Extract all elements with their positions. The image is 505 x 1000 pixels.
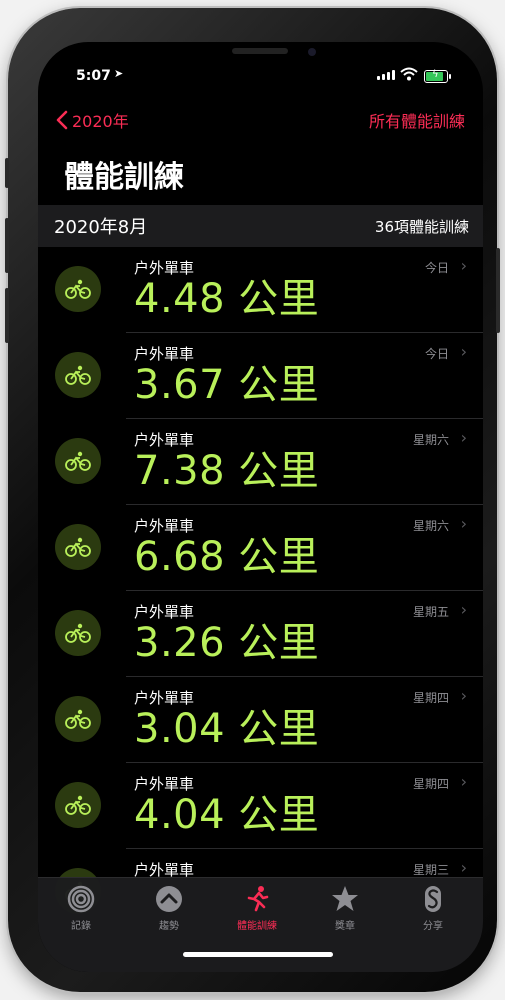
chevron-right-icon: › [460, 256, 467, 275]
workout-distance: 4.48 公里 [134, 276, 320, 322]
tab-activity[interactable]: 記錄 [46, 884, 116, 932]
chevron-right-icon: › [460, 342, 467, 361]
section-header: 2020年8月 36項體能訓練 [38, 205, 483, 247]
status-time: 5:07 [76, 68, 111, 84]
cycling-icon [55, 524, 101, 570]
workout-type: 户外單車 [134, 259, 195, 277]
tab-label: 趨勢 [159, 921, 179, 932]
cycling-icon [55, 352, 101, 398]
tab-awards[interactable]: 獎章 [310, 884, 380, 932]
workout-distance: 6.68 公里 [134, 534, 320, 580]
page-title: 體能訓練 [64, 160, 184, 195]
cycling-icon [55, 610, 101, 656]
chevron-right-icon: › [460, 428, 467, 447]
cellular-signal-icon [377, 70, 395, 80]
tab-workouts[interactable]: 體能訓練 [222, 884, 292, 932]
workout-row[interactable]: 户外單車 4.48 公里 今日 › [38, 247, 483, 333]
back-button[interactable]: 2020年 [56, 108, 129, 132]
workout-distance: 3.04 公里 [134, 706, 320, 752]
workout-type: 户外單車 [134, 689, 195, 707]
chevron-right-icon: › [460, 686, 467, 705]
phone-frame: 5:07 ➤ ϟ 2020年 所有體能訓練 體能訓練 2020年8月 36項體能… [5, 8, 500, 992]
workout-row[interactable]: 户外單車 3.67 公里 今日 › [38, 333, 483, 419]
status-bar: 5:07 ➤ ϟ [38, 42, 483, 86]
workout-day: 星期五 [412, 605, 449, 619]
workout-day: 今日 [424, 261, 449, 275]
tab-sharing[interactable]: 分享 [398, 884, 468, 932]
workout-day: 星期四 [412, 691, 449, 705]
tab-label: 分享 [423, 921, 443, 932]
workout-row[interactable]: 户外單車 3.26 公里 星期五 › [38, 591, 483, 677]
chevron-right-icon: › [460, 772, 467, 791]
volume-up-button [5, 218, 9, 273]
workout-type: 户外單車 [134, 603, 195, 621]
section-month: 2020年8月 [54, 217, 148, 238]
workout-distance: 7.38 公里 [134, 448, 320, 494]
screen: 5:07 ➤ ϟ 2020年 所有體能訓練 體能訓練 2020年8月 36項體能… [38, 42, 483, 972]
chevron-right-icon: › [460, 600, 467, 619]
battery-icon: ϟ [424, 69, 451, 83]
tab-label: 獎章 [335, 921, 355, 932]
cycling-icon [55, 696, 101, 742]
award-star-icon [332, 886, 358, 911]
workout-day: 星期四 [412, 777, 449, 791]
workout-type: 户外單車 [134, 775, 195, 793]
cycling-icon [55, 266, 101, 312]
chevron-right-icon: › [460, 514, 467, 533]
workout-day: 今日 [424, 347, 449, 361]
volume-down-button [5, 288, 9, 343]
home-indicator[interactable] [183, 952, 333, 957]
workout-type: 户外單車 [134, 431, 195, 449]
wifi-icon [400, 67, 418, 81]
workout-distance: 3.26 公里 [134, 620, 320, 666]
workout-distance: 3.67 公里 [134, 362, 320, 408]
cycling-icon [55, 782, 101, 828]
side-button [496, 248, 500, 333]
running-figure-icon [247, 886, 269, 912]
cycling-icon [55, 438, 101, 484]
tab-label: 體能訓練 [237, 921, 277, 932]
mute-switch [5, 158, 9, 188]
workout-type: 户外單車 [134, 345, 195, 363]
location-arrow-icon: ➤ [114, 67, 124, 80]
workout-row[interactable]: 户外單車 3.04 公里 星期四 › [38, 677, 483, 763]
workout-day: 星期三 [412, 863, 449, 877]
chevron-left-icon [56, 110, 68, 130]
workout-distance: 4.04 公里 [134, 792, 320, 838]
tab-trends[interactable]: 趨勢 [134, 884, 204, 932]
workout-day: 星期六 [412, 433, 449, 447]
workout-row[interactable]: 户外單車 6.68 公里 星期六 › [38, 505, 483, 591]
activity-rings-icon [67, 885, 95, 913]
workout-row[interactable]: 户外單車 4.04 公里 星期四 › [38, 763, 483, 849]
back-label: 2020年 [72, 112, 129, 131]
navigation-bar: 2020年 所有體能訓練 [38, 104, 483, 136]
workout-row[interactable]: 户外單車 7.38 公里 星期六 › [38, 419, 483, 505]
sharing-icon [425, 886, 441, 912]
workout-day: 星期六 [412, 519, 449, 533]
section-count: 36項體能訓練 [374, 217, 469, 236]
workout-list: 户外單車 4.48 公里 今日 › 户外單車 3.67 公里 今日 › 户外單車… [38, 247, 483, 935]
trends-icon [156, 886, 182, 912]
tab-bar: 記錄 趨勢 體能訓練 獎章 分享 [38, 877, 483, 972]
workout-type: 户外單車 [134, 517, 195, 535]
all-workouts-link[interactable]: 所有體能訓練 [369, 108, 465, 132]
tab-label: 記錄 [71, 921, 91, 932]
chevron-right-icon: › [460, 858, 467, 877]
